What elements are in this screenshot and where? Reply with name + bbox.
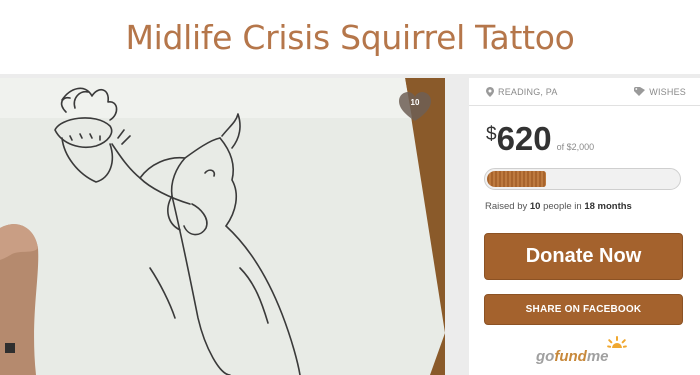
share-facebook-button[interactable]: SHARE ON FACEBOOK (484, 294, 683, 325)
logo-me: me (586, 348, 609, 365)
people-label: people in (540, 201, 585, 212)
raised-summary: Raised by 10 people in 18 months (485, 201, 700, 212)
donate-button[interactable]: Donate Now (484, 233, 683, 280)
duration: 18 months (584, 201, 632, 212)
squirrel-sketch-image (0, 78, 445, 375)
category-label: WISHES (649, 86, 686, 97)
page-title: Midlife Crisis Squirrel Tattoo (125, 17, 575, 57)
raised-prefix: Raised by (485, 201, 530, 212)
page-header: Midlife Crisis Squirrel Tattoo (0, 0, 700, 74)
progress-fill (487, 171, 547, 187)
logo-fund: fund (554, 348, 587, 365)
amount-raised: $ 620 of $2,000 (469, 106, 700, 158)
logo-go: go (536, 348, 555, 365)
heart-icon (399, 92, 431, 121)
campaign-meta-bar: READING, PA WISHES (469, 78, 700, 106)
map-pin-icon (486, 86, 494, 97)
funding-progress-bar (484, 168, 681, 190)
campaign-sidebar: READING, PA WISHES $ 620 of $2,000 Raise… (469, 78, 700, 375)
like-badge[interactable]: 10 (398, 91, 432, 123)
logo-wordmark: gofundme (536, 348, 609, 365)
goal-text: of $2,000 (556, 142, 595, 152)
gofundme-logo[interactable]: gofundme (536, 336, 636, 366)
location-label: READING, PA (498, 86, 558, 97)
sunburst-icon (607, 336, 627, 348)
location-tag[interactable]: READING, PA (486, 86, 558, 97)
currency-symbol: $ (486, 124, 497, 145)
tag-icon (634, 87, 646, 96)
amount-value: 620 (496, 120, 552, 157)
campaign-photo (0, 78, 445, 375)
heart-count: 10 (410, 98, 420, 107)
people-count: 10 (529, 201, 541, 212)
category-tag[interactable]: WISHES (634, 87, 686, 97)
